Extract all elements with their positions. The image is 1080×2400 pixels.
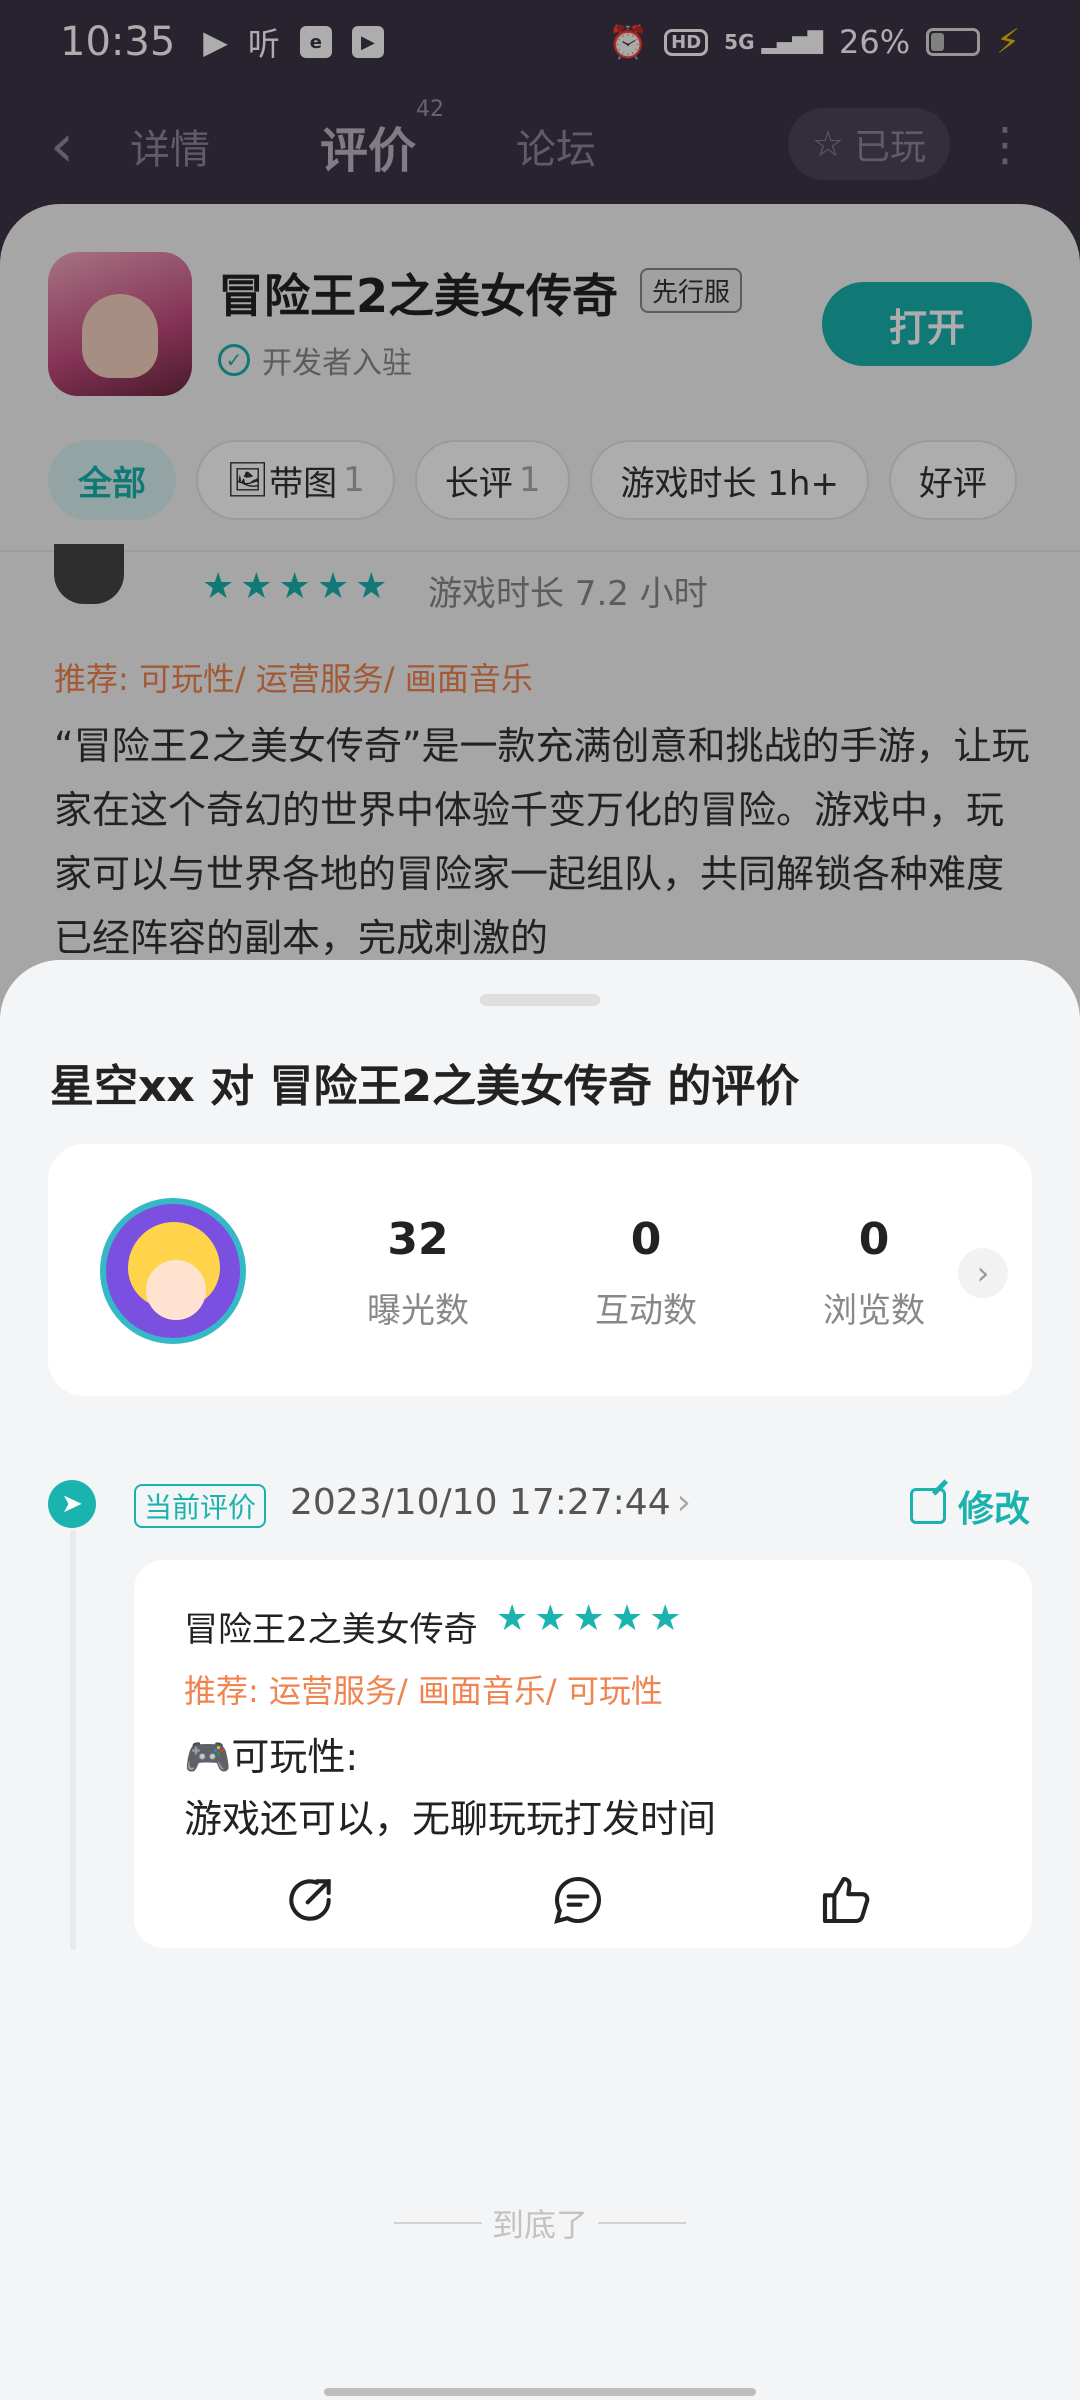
stat-exposure: 32 曝光数 — [367, 1214, 469, 1331]
review-line: 🎮可玩性: — [184, 1735, 359, 1779]
stat-views: 0 浏览数 — [823, 1214, 925, 1331]
review-line: 游戏还可以，无聊玩玩打发时间 — [184, 1797, 717, 1841]
chevron-right-icon: › — [676, 1482, 692, 1523]
home-indicator[interactable] — [324, 2388, 756, 2396]
review-datetime[interactable]: 2023/10/10 17:27:44 › — [290, 1482, 691, 1523]
stat-interaction: 0 互动数 — [595, 1214, 697, 1331]
timeline-line — [70, 1530, 76, 1950]
review-game-name: 冒险王2之美女传奇 — [184, 1610, 478, 1650]
rating-stars: ★★★★★ — [496, 1598, 688, 1639]
edit-icon — [909, 1488, 946, 1524]
share-icon[interactable] — [280, 1870, 340, 1930]
review-actions — [134, 1870, 1032, 1930]
edit-button[interactable]: 修改 — [909, 1480, 1030, 1532]
chevron-right-icon[interactable]: › — [958, 1248, 1008, 1298]
sheet-title: 星空xx 对 冒险王2之美女传奇 的评价 — [50, 1061, 800, 1112]
like-icon[interactable] — [816, 1870, 876, 1930]
current-review-tag: 当前评价 — [134, 1484, 267, 1528]
user-stats-card: 32 曝光数 0 互动数 0 浏览数 › — [48, 1144, 1032, 1396]
avatar[interactable] — [100, 1198, 246, 1344]
recommend-tags: 推荐: 运营服务/ 画面音乐/ 可玩性 — [184, 1672, 663, 1710]
drag-handle[interactable] — [480, 994, 600, 1006]
review-detail-sheet: 星空xx 对 冒险王2之美女传奇 的评价 32 曝光数 0 互动数 0 浏览数 … — [0, 960, 1080, 2400]
send-icon: ➤ — [48, 1480, 96, 1528]
review-card: 冒险王2之美女传奇 ★★★★★ 推荐: 运营服务/ 画面音乐/ 可玩性 🎮可玩性… — [134, 1560, 1032, 1948]
comment-icon[interactable] — [548, 1870, 608, 1930]
end-of-list: 到底了 — [0, 2200, 1080, 2246]
